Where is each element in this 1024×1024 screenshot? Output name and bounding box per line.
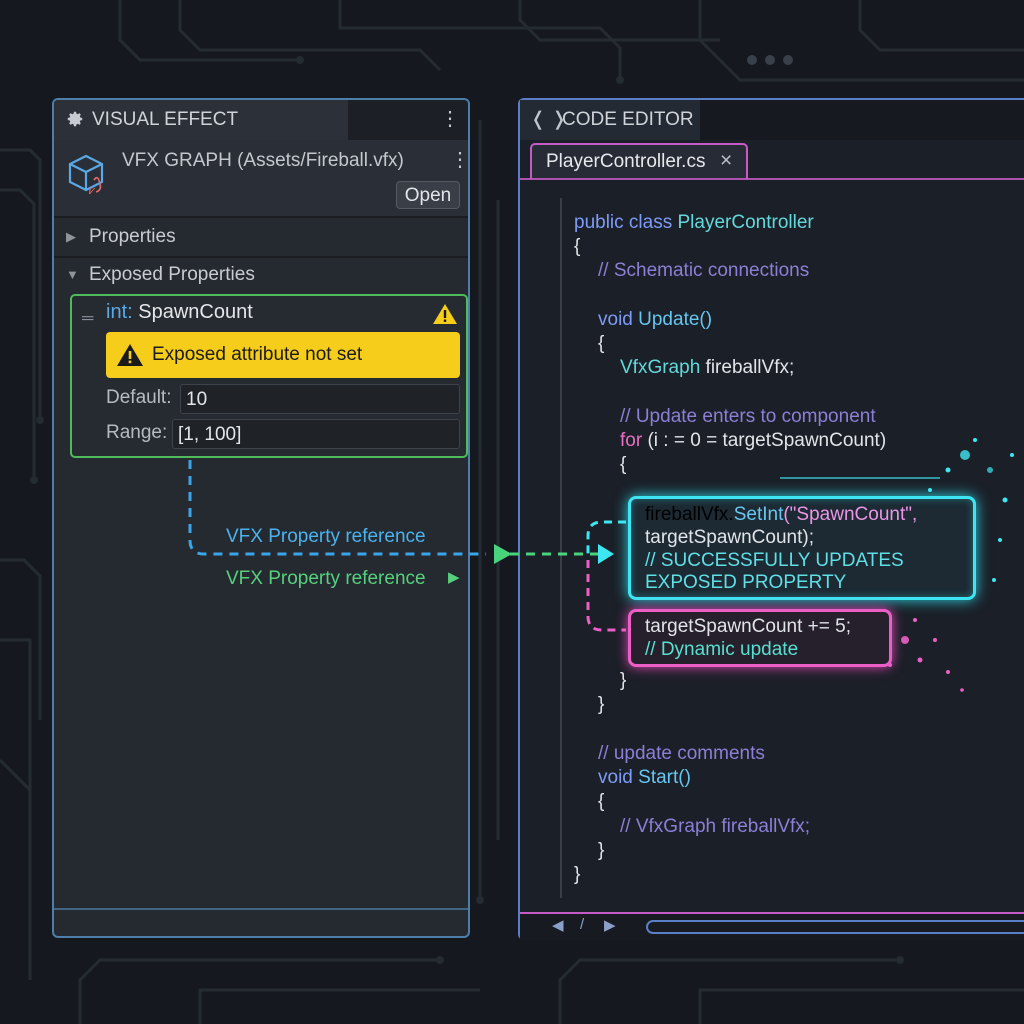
section-properties[interactable]: ▶ Properties: [54, 218, 468, 256]
code-line: {: [574, 236, 581, 257]
asset-kebab-menu-icon[interactable]: ⋮: [450, 150, 470, 170]
code-line: // update comments: [598, 743, 765, 764]
code-token: for: [620, 430, 643, 451]
range-label: Range:: [106, 422, 168, 443]
property-identifier: SpawnCount: [138, 301, 253, 323]
code-line: }: [598, 840, 605, 861]
code-gutter: [560, 198, 562, 898]
property-name: int: SpawnCount: [106, 301, 253, 324]
horizontal-scrollbar[interactable]: [646, 920, 1024, 934]
vfx-asset-icon: 𝑣: [68, 154, 104, 197]
tab-visual-effect-inspector[interactable]: VISUAL EFFECT INSPECTOR: [54, 100, 348, 170]
code-line: for (i : = 0 = targetSpawnCount): [620, 430, 886, 452]
code-token: PlayerController: [677, 212, 814, 233]
code-line: public class PlayerController: [574, 212, 814, 234]
expand-triangle-icon: ▶: [66, 229, 76, 244]
code-line: {: [598, 791, 605, 812]
code-token: public class: [574, 212, 678, 233]
range-value-field[interactable]: [1, 100]: [172, 419, 460, 449]
file-tab-name: PlayerController.cs: [546, 151, 706, 172]
code-line: }: [598, 694, 605, 715]
section-exposed-properties[interactable]: ▼ Exposed Properties: [54, 256, 468, 294]
code-editor-panel: ❬ ❭ CODE EDITOR PlayerController.cs × pu…: [518, 98, 1024, 940]
code-token: Start(): [638, 767, 691, 788]
tab-underline: [520, 178, 1024, 180]
code-token: (i : = 0 = targetSpawnCount): [642, 430, 887, 451]
code-token: fireballVfx;: [700, 357, 795, 378]
drag-handle-icon[interactable]: ═: [82, 310, 93, 328]
code-line: // Dynamic update: [645, 639, 799, 660]
code-line: }: [620, 670, 627, 691]
default-value-field[interactable]: 10: [180, 384, 460, 414]
highlight-setint-block: fireballVfx.SetInt("SpawnCount", targetS…: [628, 496, 976, 600]
editor-title: CODE EDITOR: [562, 109, 694, 130]
code-line: targetSpawnCount += 5;: [645, 616, 851, 637]
code-line: }: [574, 864, 581, 885]
editor-status-bar: ◀ / ▶: [520, 912, 1024, 940]
nav-separator: /: [580, 916, 585, 933]
code-line: fireballVfx.SetInt("SpawnCount",: [645, 504, 917, 526]
code-token: VfxGraph: [620, 357, 701, 378]
exposed-property-card: ═ int: SpawnCount Exposed attribute not …: [70, 294, 468, 458]
code-line: {: [598, 333, 605, 354]
code-line: {: [620, 454, 627, 475]
code-token: ("SpawnCount",: [783, 504, 918, 525]
kebab-menu-icon[interactable]: ⋮: [440, 109, 460, 129]
asset-title: VFX GRAPH (Assets/Fireball.vfx): [122, 150, 404, 171]
visual-effect-inspector-panel: VISUAL EFFECT INSPECTOR ⋮ 𝑣 VFX GRAPH (A…: [52, 98, 470, 938]
editor-tab-bar: ❬ ❭ CODE EDITOR: [520, 100, 1024, 140]
code-token: fireballVfx.: [645, 504, 734, 525]
warning-icon: [117, 344, 143, 366]
arrow-right-icon: ▶: [448, 569, 460, 586]
property-type: int:: [106, 301, 133, 323]
window-dots-icon: [747, 55, 793, 65]
chevron-code-icon: ❬ ❭: [530, 109, 568, 130]
section-label: Properties: [89, 226, 176, 247]
warning-banner: Exposed attribute not set: [106, 332, 460, 378]
code-line: EXPOSED PROPERTY: [645, 572, 847, 593]
code-token: void: [598, 309, 639, 330]
nav-right-icon[interactable]: ▶: [604, 916, 616, 934]
collapse-triangle-icon: ▼: [66, 267, 79, 282]
code-line: VfxGraph fireballVfx;: [620, 357, 794, 379]
open-button[interactable]: Open: [396, 181, 460, 209]
code-line: // VfxGraph fireballVfx;: [620, 816, 811, 837]
file-tab-playercontroller[interactable]: PlayerController.cs ×: [530, 143, 748, 179]
inspector-tab-bar: VISUAL EFFECT INSPECTOR ⋮: [54, 100, 468, 170]
vfx-property-reference-label: VFX Property reference: [226, 526, 426, 547]
warning-icon: [433, 304, 457, 324]
code-token: void: [598, 767, 639, 788]
section-label: Exposed Properties: [89, 264, 255, 285]
code-token: SetInt: [733, 504, 784, 525]
code-line: void Update(): [598, 309, 712, 331]
highlight-dynamic-update-block: targetSpawnCount += 5; // Dynamic update: [628, 609, 892, 667]
code-token: Update(): [638, 309, 713, 330]
inspector-footer-line: [54, 908, 468, 910]
code-line: // SUCCESSFULLY UPDATES: [645, 550, 904, 571]
code-line: // Update enters to component: [620, 406, 876, 427]
nav-left-icon[interactable]: ◀: [552, 916, 564, 934]
code-line: targetSpawnCount);: [645, 527, 814, 548]
gear-icon: [67, 111, 83, 127]
default-label: Default:: [106, 387, 172, 408]
tab-code-editor[interactable]: ❬ ❭ CODE EDITOR: [520, 100, 700, 140]
close-icon[interactable]: ×: [720, 149, 732, 173]
code-line: // Schematic connections: [598, 260, 810, 281]
asset-row: 𝑣 VFX GRAPH (Assets/Fireball.vfx) ⋮ Open: [54, 140, 470, 216]
code-line: void Start(): [598, 767, 691, 789]
warning-text: Exposed attribute not set: [152, 344, 363, 365]
vfx-property-reference-label-green: VFX Property reference: [226, 568, 426, 589]
